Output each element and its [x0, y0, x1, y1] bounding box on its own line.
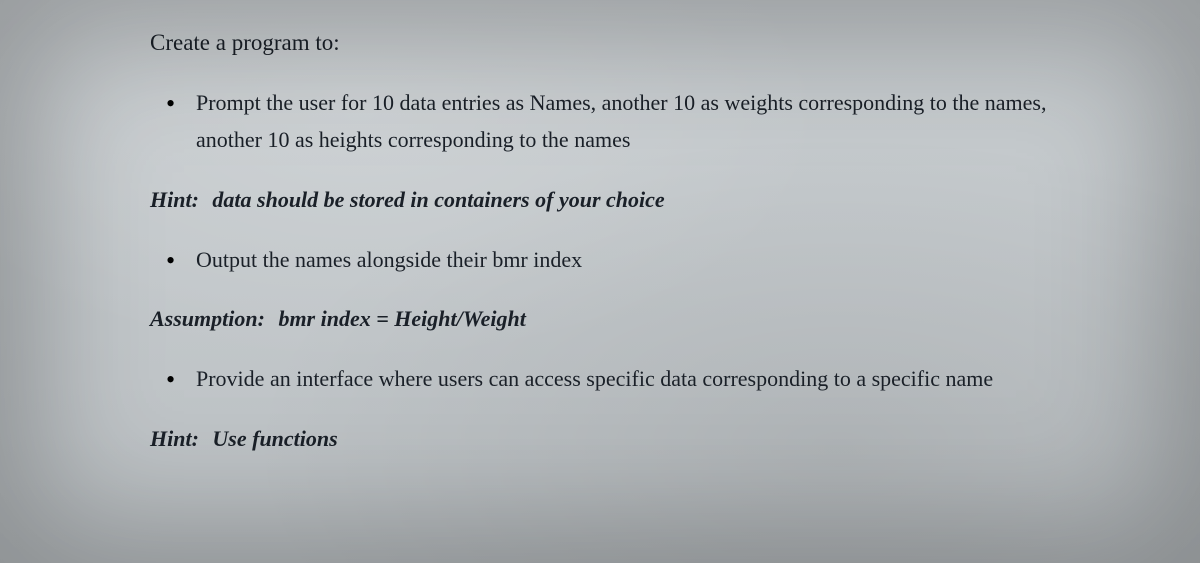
document-content: Create a program to: Prompt the user for…	[150, 30, 1050, 452]
bullet-item-2: Output the names alongside their bmr ind…	[196, 241, 1050, 278]
hint-text-1: data should be stored in containers of y…	[212, 187, 664, 212]
hint-label-1: Hint:	[150, 187, 199, 212]
bullet-item-3: Provide an interface where users can acc…	[196, 360, 1050, 397]
bullet-list-2: Output the names alongside their bmr ind…	[150, 241, 1050, 278]
bullet-item-1: Prompt the user for 10 data entries as N…	[196, 84, 1050, 159]
assumption-label: Assumption:	[150, 306, 265, 331]
hint-1: Hint: data should be stored in container…	[150, 187, 1050, 213]
assumption-text: bmr index = Height/Weight	[278, 306, 525, 331]
intro-text: Create a program to:	[150, 30, 1050, 56]
assumption: Assumption: bmr index = Height/Weight	[150, 306, 1050, 332]
hint-2: Hint: Use functions	[150, 426, 1050, 452]
bullet-list-3: Provide an interface where users can acc…	[150, 360, 1050, 397]
bullet-list-1: Prompt the user for 10 data entries as N…	[150, 84, 1050, 159]
hint-text-2: Use functions	[212, 426, 337, 451]
hint-label-2: Hint:	[150, 426, 199, 451]
